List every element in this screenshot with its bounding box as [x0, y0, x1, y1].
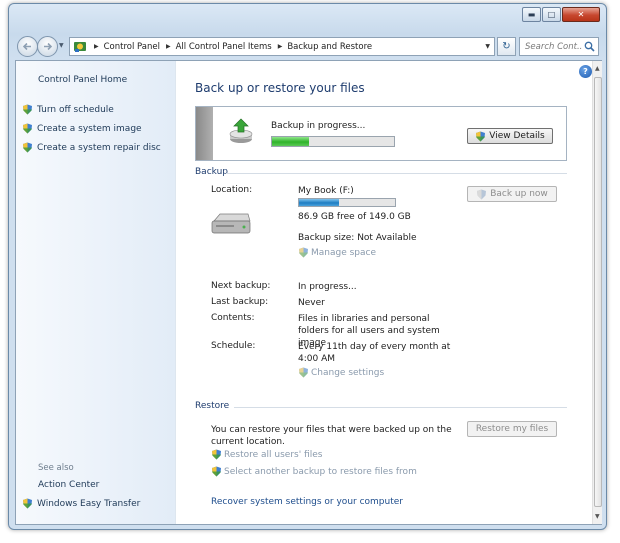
location-value: My Book (F:) [298, 186, 354, 196]
forward-button[interactable] [37, 36, 58, 57]
breadcrumb-control-panel[interactable]: Control Panel [104, 42, 160, 52]
uac-shield-icon [299, 247, 308, 258]
create-system-image-link[interactable]: Create a system image [22, 123, 142, 134]
recent-pages-dropdown[interactable]: ▼ [59, 42, 64, 49]
create-repair-disc-link[interactable]: Create a system repair disc [22, 142, 161, 153]
breadcrumb-all-items[interactable]: All Control Panel Items [176, 42, 272, 52]
backup-restore-window: ▬ □ ✕ ▼ ▶ Control Panel ▶ All Control Pa… [8, 3, 607, 530]
schedule-value: Every 11th day of every month at 4:00 AM [298, 342, 451, 364]
next-backup-label: Next backup: [211, 281, 271, 291]
see-also-heading: See also [38, 463, 74, 473]
uac-shield-icon [477, 189, 487, 199]
main-panel: Back up or restore your files Backup in … [176, 61, 591, 524]
search-input[interactable]: Search Cont... [520, 42, 582, 52]
backup-progress-bar [271, 136, 395, 147]
disk-usage-bar [298, 198, 396, 207]
help-icon[interactable]: ? [579, 65, 592, 78]
view-details-button[interactable]: View Details [467, 128, 553, 144]
restore-my-files-label: Restore my files [475, 424, 549, 434]
sidebar-link-label[interactable]: Create a system image [37, 124, 142, 134]
control-panel-home-link[interactable]: Control Panel Home [38, 75, 127, 85]
progress-status-text: Backup in progress... [271, 121, 366, 131]
uac-shield-icon [23, 123, 32, 134]
manage-space-link[interactable]: Manage space [298, 247, 376, 258]
restore-all-users-label[interactable]: Restore all users' files [224, 450, 322, 460]
disk-usage-fill [299, 199, 340, 206]
restore-description: You can restore your files that were bac… [211, 425, 452, 447]
scroll-down-arrow[interactable]: ▼ [595, 513, 600, 520]
uac-shield-icon [212, 466, 221, 477]
minimize-button[interactable]: ▬ [522, 7, 541, 22]
back-up-now-button[interactable]: Back up now [467, 186, 557, 202]
sidebar-link-label[interactable]: Windows Easy Transfer [37, 499, 140, 509]
uac-shield-icon [212, 449, 221, 460]
caption-buttons: ▬ □ ✕ [521, 7, 600, 22]
uac-shield-icon [476, 131, 486, 141]
view-details-label: View Details [489, 131, 545, 141]
maximize-button[interactable]: □ [542, 7, 561, 22]
last-backup-label: Last backup: [211, 297, 269, 307]
recover-system-link[interactable]: Recover system settings or your computer [211, 497, 403, 507]
contents-label: Contents: [211, 313, 255, 323]
breadcrumb-separator[interactable]: ▶ [278, 43, 283, 50]
backup-progress-fill [272, 137, 309, 146]
schedule-label: Schedule: [211, 341, 256, 351]
breadcrumb-separator[interactable]: ▶ [166, 43, 171, 50]
progress-panel-accent [196, 107, 213, 160]
uac-shield-icon [23, 104, 32, 115]
backup-section-heading: Backup [195, 167, 228, 177]
breadcrumb-backup-restore[interactable]: Backup and Restore [287, 42, 372, 52]
back-button[interactable] [17, 36, 38, 57]
free-space-text: 86.9 GB free of 149.0 GB [298, 212, 411, 222]
next-backup-value: In progress... [298, 282, 357, 292]
uac-shield-icon [299, 367, 308, 378]
page-title: Back up or restore your files [195, 81, 365, 95]
backup-section-divider [226, 173, 567, 174]
uac-shield-icon [23, 142, 32, 153]
backup-icon [229, 118, 253, 143]
backup-size-text: Backup size: Not Available [298, 233, 417, 243]
task-pane: Control Panel Home Turn off schedule Cre… [16, 61, 176, 524]
search-icon[interactable] [584, 41, 595, 52]
select-another-backup-link[interactable]: Select another backup to restore files f… [211, 466, 417, 477]
refresh-button[interactable]: ↻ [497, 37, 516, 56]
back-arrow-icon [22, 42, 31, 51]
address-bar[interactable]: ▶ Control Panel ▶ All Control Panel Item… [69, 37, 495, 56]
content-area: Control Panel Home Turn off schedule Cre… [15, 60, 602, 525]
restore-my-files-button[interactable]: Restore my files [467, 421, 557, 437]
vertical-scrollbar[interactable]: ▲ ▼ [592, 61, 602, 524]
change-settings-label[interactable]: Change settings [311, 368, 384, 378]
scroll-up-arrow[interactable]: ▲ [595, 65, 600, 72]
restore-section-divider [234, 407, 567, 408]
action-center-link[interactable]: Action Center [38, 480, 99, 490]
close-button[interactable]: ✕ [562, 7, 600, 22]
back-up-now-label: Back up now [490, 189, 548, 199]
search-box[interactable]: Search Cont... [519, 37, 599, 56]
last-backup-value: Never [298, 298, 325, 308]
address-dropdown[interactable]: ▼ [485, 43, 490, 50]
change-settings-link[interactable]: Change settings [298, 367, 384, 378]
control-panel-icon [72, 40, 88, 54]
backup-progress-panel: Backup in progress... View Details [195, 106, 567, 161]
scroll-thumb[interactable] [594, 77, 602, 507]
sidebar-link-label[interactable]: Create a system repair disc [37, 143, 161, 153]
restore-all-users-link[interactable]: Restore all users' files [211, 449, 322, 460]
turn-off-schedule-link[interactable]: Turn off schedule [22, 104, 114, 115]
forward-arrow-icon [44, 42, 53, 51]
easy-transfer-link[interactable]: Windows Easy Transfer [22, 498, 140, 509]
location-label: Location: [211, 185, 253, 195]
manage-space-label[interactable]: Manage space [311, 248, 376, 258]
restore-section-heading: Restore [195, 401, 230, 411]
select-another-backup-label[interactable]: Select another backup to restore files f… [224, 467, 417, 477]
uac-shield-icon [23, 498, 32, 509]
breadcrumb-separator[interactable]: ▶ [94, 43, 99, 50]
navigation-bar: ▼ ▶ Control Panel ▶ All Control Panel It… [15, 34, 600, 58]
refresh-icon: ↻ [502, 41, 511, 52]
hard-drive-icon [211, 213, 251, 234]
sidebar-link-label[interactable]: Turn off schedule [37, 105, 114, 115]
